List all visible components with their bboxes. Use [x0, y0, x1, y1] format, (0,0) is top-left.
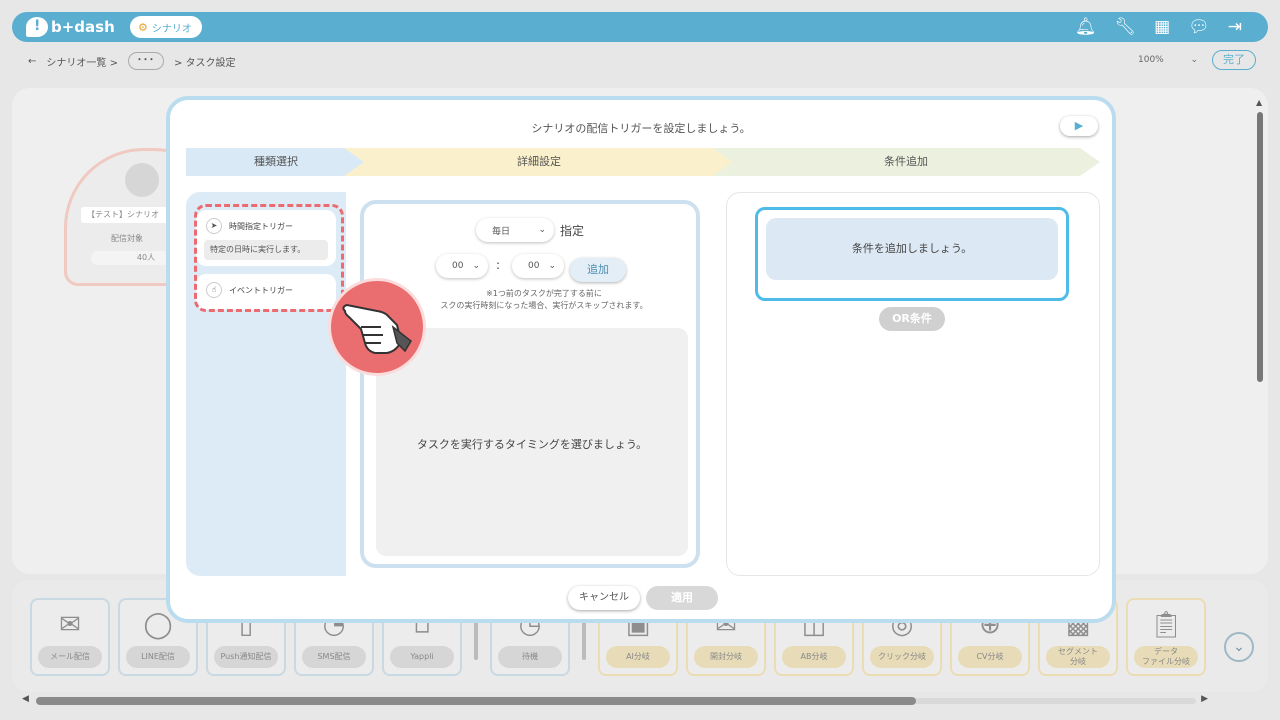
chat-icon[interactable]: 💬︎: [1188, 16, 1210, 38]
time-colon: :: [496, 258, 501, 272]
breadcrumb-more-button[interactable]: ･･･: [127, 52, 164, 70]
zoom-select[interactable]: 100% ⌄: [1118, 50, 1204, 70]
back-arrow-icon[interactable]: ←: [28, 56, 36, 67]
tile-label: 開封分岐: [694, 646, 758, 668]
frequency-select[interactable]: 毎日 ⌄: [476, 218, 554, 242]
done-button[interactable]: 完了: [1212, 50, 1256, 70]
pointing-hand-icon: [328, 278, 426, 376]
breadcrumb-current: > タスク設定: [173, 57, 236, 69]
tile-label: メール配信: [38, 646, 102, 668]
chevron-down-icon: ⌄: [472, 261, 480, 271]
hour-select[interactable]: 00 ⌄: [436, 254, 488, 278]
chevron-down-icon: ⌄: [1190, 55, 1198, 65]
palette-tile-data-file-branch[interactable]: 📋︎ データ ファイル分岐: [1126, 598, 1206, 676]
step-detail-settings: 詳細設定: [344, 148, 734, 176]
scroll-thumb[interactable]: [36, 697, 916, 705]
tile-label: Yappli: [390, 646, 454, 668]
tile-label: LINE配信: [126, 646, 190, 668]
spec-label: 指定: [560, 224, 585, 238]
timing-placeholder-text: タスクを実行するタイミングを選びましょう。: [416, 438, 648, 451]
clipboard-icon: 📋︎: [1149, 610, 1183, 640]
scroll-right-icon[interactable]: ▶: [1201, 694, 1208, 704]
step-type-select: 種類選択: [186, 148, 366, 176]
highlight-dashed-box: [194, 204, 344, 312]
scroll-thumb[interactable]: [1257, 112, 1263, 382]
tile-label: データ ファイル分岐: [1134, 646, 1198, 668]
scroll-left-icon[interactable]: ◀: [22, 694, 29, 704]
detail-frame: 毎日 ⌄ 指定 00 ⌄ : 00 ⌄ 追加 ※1つ前のタスクが完了する前に ス…: [360, 200, 700, 568]
horizontal-scrollbar[interactable]: ◀ ▶: [20, 694, 1210, 706]
wrench-icon[interactable]: 🔧︎: [1115, 16, 1137, 38]
logo-text: b+dash: [51, 18, 115, 36]
cancel-button[interactable]: キャンセル: [568, 586, 640, 610]
palette-tile-mail[interactable]: ✉ メール配信: [30, 598, 110, 676]
condition-placeholder: 条件を追加しましょう。: [766, 218, 1058, 280]
breadcrumb-scenario-list[interactable]: シナリオ一覧 >: [46, 54, 118, 69]
tile-label: 待機: [498, 646, 562, 668]
sub-toolbar: ← シナリオ一覧 > ･･･ > タスク設定 100% ⌄ 完了: [12, 44, 1268, 74]
apply-button[interactable]: 適用: [646, 586, 718, 610]
users-icon: [125, 163, 159, 197]
hour-value: 00: [452, 261, 464, 271]
add-time-button[interactable]: 追加: [570, 258, 626, 282]
skip-note-line2: スクの実行時刻になった場合、実行がスキップされます。: [440, 301, 648, 310]
tile-label: クリック分岐: [870, 646, 934, 668]
tile-label: AI分岐: [606, 646, 670, 668]
minute-value: 00: [528, 261, 540, 271]
scroll-up-icon[interactable]: ▲: [1256, 98, 1262, 107]
logo[interactable]: b+dash: [26, 16, 115, 38]
minute-select[interactable]: 00 ⌄: [512, 254, 564, 278]
modal-title: シナリオの配信トリガーを設定しましょう。: [531, 122, 751, 135]
trigger-settings-modal: シナリオの配信トリガーを設定しましょう。 ▶ 種類選択 詳細設定 条件追加 ➤ …: [166, 96, 1116, 623]
top-header: b+dash ⚙ シナリオ 🔔︎ 🔧︎ ▦ 💬︎ ⇥: [12, 12, 1268, 42]
video-help-button[interactable]: ▶: [1060, 116, 1098, 136]
zoom-value: 100%: [1138, 55, 1164, 65]
or-condition-button[interactable]: OR条件: [879, 307, 945, 331]
bell-icon[interactable]: 🔔︎: [1075, 16, 1097, 38]
skip-note-line1: ※1つ前のタスクが完了する前に: [486, 289, 602, 298]
scenario-menu-button[interactable]: ⚙ シナリオ: [130, 16, 202, 38]
logo-mark-icon: [26, 17, 48, 37]
frequency-value: 毎日: [492, 226, 511, 237]
video-icon: ▶: [1074, 119, 1084, 132]
chevron-down-icon: ⌄: [538, 225, 546, 235]
condition-dropzone[interactable]: 条件を追加しましょう。: [755, 207, 1069, 301]
tile-label: Push通知配信: [214, 646, 278, 668]
scenario-label: シナリオ: [151, 23, 192, 35]
detail-settings-panel: 毎日 ⌄ 指定 00 ⌄ : 00 ⌄ 追加 ※1つ前のタスクが完了する前に ス…: [346, 192, 712, 576]
tile-label: SMS配信: [302, 646, 366, 668]
breadcrumb: ← シナリオ一覧 > ･･･ > タスク設定: [28, 52, 236, 70]
palette-scroll-down-button[interactable]: ⌄: [1224, 632, 1254, 662]
grid-icon[interactable]: ▦: [1154, 16, 1170, 38]
tile-label: セグメント 分岐: [1046, 646, 1110, 668]
step-indicator: 種類選択 詳細設定 条件追加: [186, 148, 1100, 176]
header-icons: 🔔︎ 🔧︎ ▦ 💬︎ ⇥: [1075, 16, 1242, 38]
logout-icon[interactable]: ⇥: [1228, 16, 1242, 38]
chevron-down-icon: ⌄: [548, 261, 556, 271]
scenario-icon: ⚙: [138, 20, 148, 34]
vertical-scrollbar[interactable]: ▲: [1256, 98, 1264, 570]
tile-label: AB分岐: [782, 646, 846, 668]
pointing-hand-graphic: [342, 303, 412, 354]
step-add-condition: 条件追加: [712, 148, 1100, 176]
condition-panel: 条件を追加しましょう。 OR条件: [726, 192, 1100, 576]
tile-label: CV分岐: [958, 646, 1022, 668]
mail-icon: ✉: [59, 610, 81, 640]
